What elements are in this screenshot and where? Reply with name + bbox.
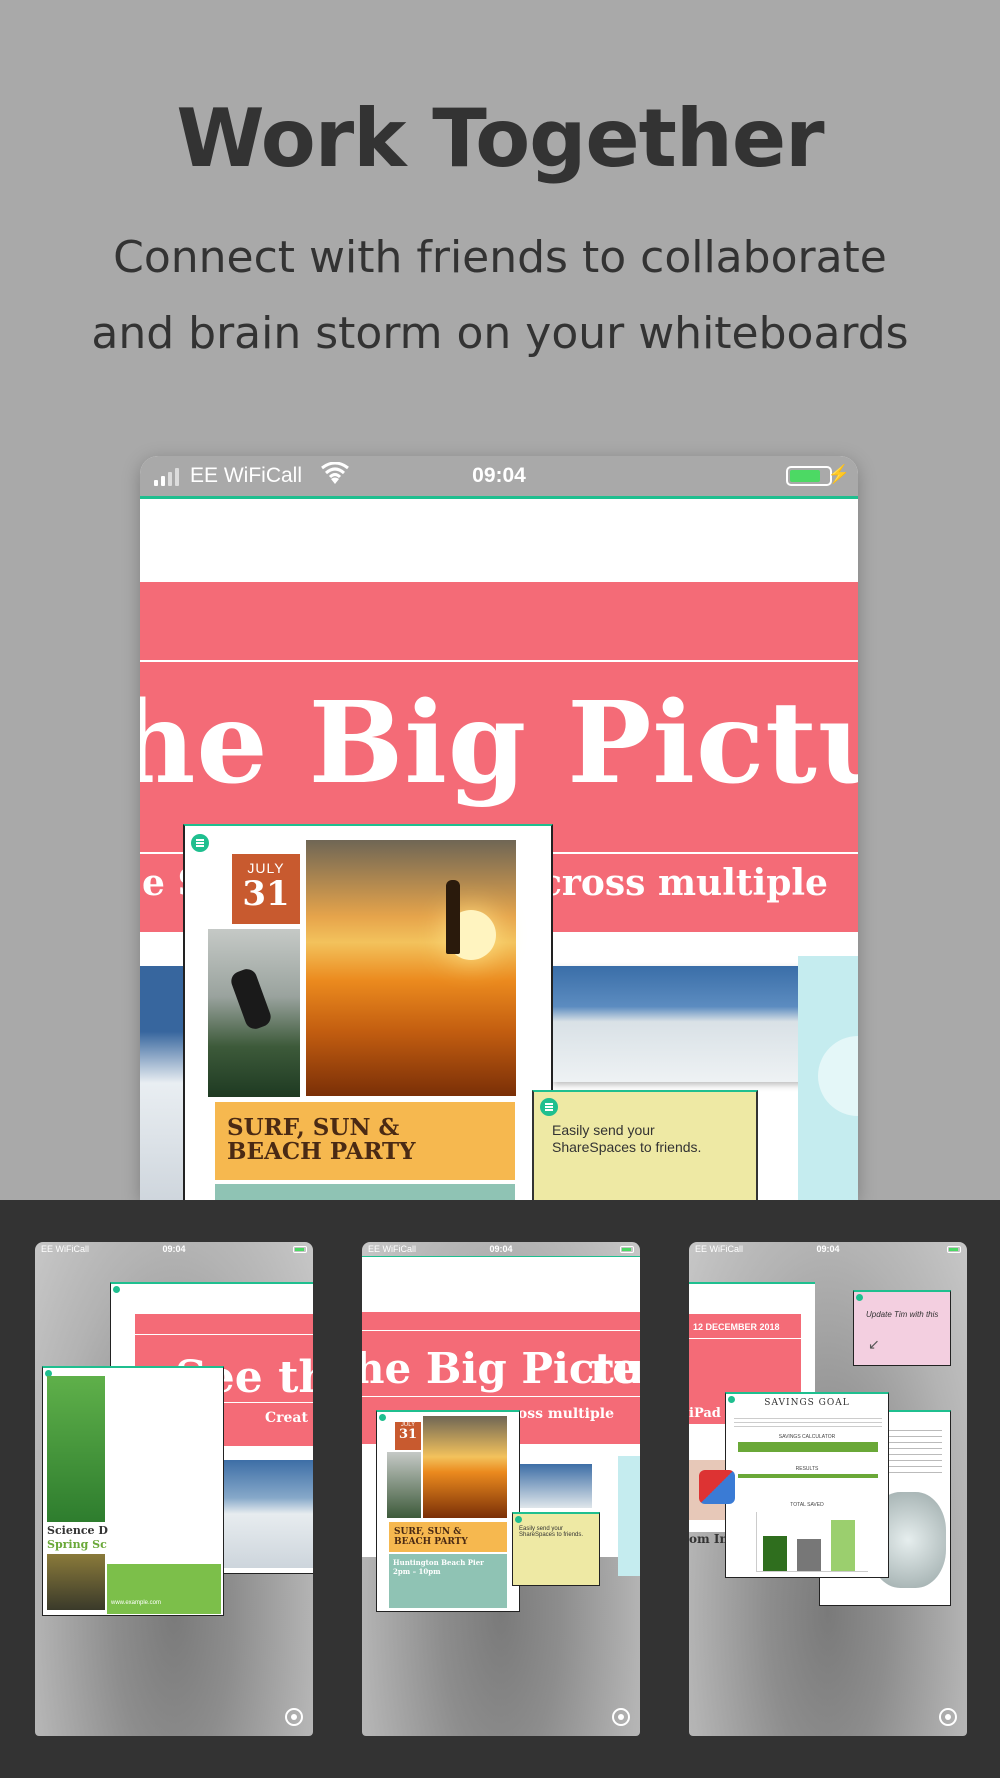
battery-icon xyxy=(620,1246,634,1253)
sticky-note-text: Easily send your ShareSpaces to friends. xyxy=(552,1122,702,1155)
science-flyer-card[interactable]: Science D Spring Sc www.example.com xyxy=(42,1366,224,1616)
poster-date: JULY 31 xyxy=(232,854,300,924)
savings-bar-chart xyxy=(756,1512,868,1572)
mini-status-bar: EE WiFiCall 09:04 xyxy=(362,1242,640,1256)
card-menu-icon[interactable] xyxy=(113,1286,120,1293)
banner-headline: he Big Pictu xyxy=(140,678,858,809)
chart-bar xyxy=(831,1519,855,1571)
snow-photo-card[interactable] xyxy=(140,966,184,1200)
charging-icon: ⚡ xyxy=(827,464,850,484)
mini-status-bar: EE WiFiCall 09:04 xyxy=(35,1242,313,1256)
subtitle-line-1: Connect with friends to collaborate xyxy=(113,232,887,283)
banner-rule xyxy=(140,660,858,662)
status-time: 09:04 xyxy=(472,464,526,487)
eye-icon[interactable] xyxy=(939,1708,957,1726)
battery-icon xyxy=(293,1246,307,1253)
poster-day: 31 xyxy=(242,874,290,914)
chart-bar xyxy=(763,1536,787,1571)
card-menu-icon[interactable] xyxy=(191,834,209,852)
card-menu-icon[interactable] xyxy=(540,1098,558,1116)
screenshot-strip: EE WiFiCall 09:04 See th Creat Science D… xyxy=(0,1200,1000,1778)
sunset-surfer-photo xyxy=(306,840,516,1096)
wave-surfer-photo xyxy=(208,929,300,1097)
card-menu-icon[interactable] xyxy=(515,1516,522,1523)
page-subtitle: Connect with friends to collaborate and … xyxy=(0,220,1000,372)
battery-icon xyxy=(947,1246,961,1253)
cyan-card[interactable] xyxy=(798,956,858,1200)
subtitle-line-2: and brain storm on your whiteboards xyxy=(91,308,909,359)
toolbar-accent-line xyxy=(140,496,858,499)
arrow-doodle-icon: ↙ xyxy=(868,1336,880,1352)
battery-icon xyxy=(786,466,832,486)
sunset-surfer-photo xyxy=(423,1416,507,1518)
mini-status-bar: EE WiFiCall 09:04 xyxy=(689,1242,967,1256)
poster-venue-band xyxy=(215,1184,515,1200)
flyer-photo xyxy=(47,1376,105,1522)
surfer-silhouette xyxy=(446,880,460,954)
eye-icon[interactable] xyxy=(612,1708,630,1726)
pink-sticky-note[interactable]: Update Tim with this ↙ xyxy=(853,1290,951,1366)
savings-goal-card[interactable]: SAVINGS GOAL SAVINGS CALCULATOR RESULTS … xyxy=(725,1392,889,1578)
sticky-note-card[interactable]: Easily send your ShareSpaces to friends. xyxy=(512,1512,600,1586)
chart-bar xyxy=(797,1539,821,1571)
house-image xyxy=(699,1470,735,1504)
mini-screenshot-2[interactable]: EE WiFiCall 09:04 he Big Pictu re cross … xyxy=(362,1242,640,1736)
card-menu-icon[interactable] xyxy=(856,1294,863,1301)
mini-screenshot-1[interactable]: EE WiFiCall 09:04 See th Creat Science D… xyxy=(35,1242,313,1736)
page-title: Work Together xyxy=(176,92,824,185)
flyer-photo-2 xyxy=(47,1554,105,1610)
card-menu-icon[interactable] xyxy=(379,1414,386,1421)
beach-party-poster-card[interactable]: JULY 31 SURF, SUN & BEACH PARTY xyxy=(183,824,553,1200)
sticky-note-card[interactable]: Easily send your ShareSpaces to friends. xyxy=(532,1090,758,1200)
status-bar: EE WiFiCall 09:04 ⚡ xyxy=(140,456,858,496)
eye-icon[interactable] xyxy=(285,1708,303,1726)
poster-headline: SURF, SUN & BEACH PARTY xyxy=(215,1102,515,1180)
phone-mockup: EE WiFiCall 09:04 ⚡ he Big Pictu e S cro… xyxy=(140,456,858,1200)
mini-screenshot-3[interactable]: EE WiFiCall 09:04 12 DECEMBER 2018 iPad … xyxy=(689,1242,967,1736)
banner-subline-right: cross multiple xyxy=(540,862,828,904)
beach-party-poster-card[interactable]: JULY 31 SURF, SUN & BEACH PARTY Huntingt… xyxy=(376,1410,520,1612)
